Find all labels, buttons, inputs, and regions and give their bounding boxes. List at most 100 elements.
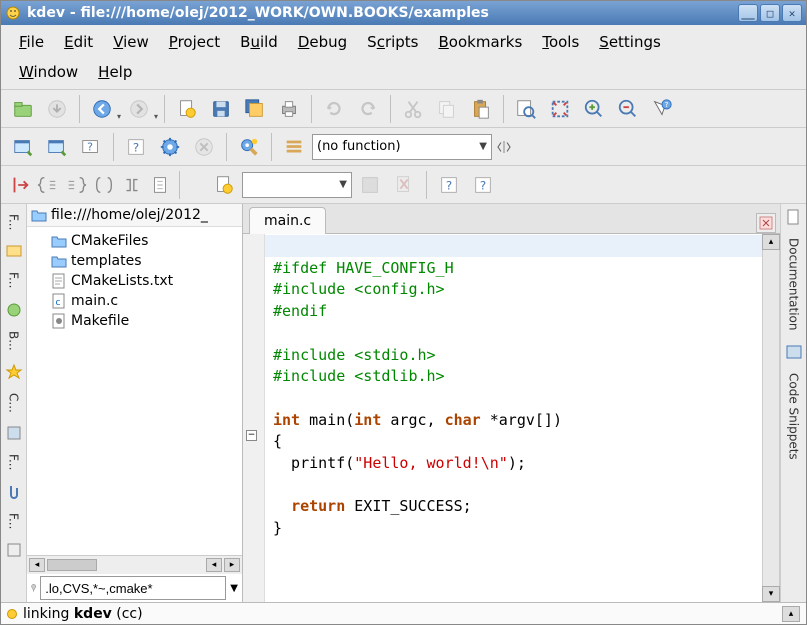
new-file-button[interactable]	[171, 93, 203, 125]
left-icon-2[interactable]	[5, 301, 23, 319]
menu-view[interactable]: View	[103, 29, 159, 55]
zoom-out-button[interactable]	[612, 93, 644, 125]
new-window-button[interactable]	[7, 131, 39, 163]
undo-button[interactable]	[318, 93, 350, 125]
forward-button[interactable]	[123, 93, 155, 125]
tree-item-templates[interactable]: templates	[29, 251, 240, 271]
fold-toggle[interactable]: −	[246, 430, 257, 441]
doc-icon[interactable]	[785, 208, 803, 226]
cut-button[interactable]	[397, 93, 429, 125]
editor-vscroll[interactable]: ▴ ▾	[762, 234, 780, 602]
menu-file[interactable]: File	[9, 29, 54, 55]
tree-item-main-c[interactable]: cmain.c	[29, 291, 240, 311]
menu-project[interactable]: Project	[159, 29, 230, 55]
file-filter-input[interactable]	[40, 576, 226, 600]
brace1-button[interactable]	[35, 172, 61, 198]
new-window2-button[interactable]	[41, 131, 73, 163]
menu-tools[interactable]: Tools	[532, 29, 589, 55]
menu-debug[interactable]: Debug	[288, 29, 357, 55]
function-selector[interactable]: (no function)▼	[312, 134, 492, 160]
left-tab-1[interactable]: F...	[5, 208, 23, 236]
brace2-button[interactable]	[63, 172, 89, 198]
doc-button[interactable]	[147, 172, 173, 198]
snippet-icon[interactable]	[785, 343, 803, 361]
scroll-down-button[interactable]: ▾	[762, 586, 780, 602]
help-window-button[interactable]: ?	[75, 131, 107, 163]
save-all-button[interactable]	[239, 93, 271, 125]
redo-button[interactable]	[352, 93, 384, 125]
toolbar-secondary: ? ? (no function)▼	[1, 128, 806, 166]
new-doc-button[interactable]	[208, 169, 240, 201]
help2-button[interactable]: ?	[120, 131, 152, 163]
brace3-button[interactable]	[91, 172, 117, 198]
menu-window[interactable]: Window	[9, 59, 88, 85]
left-tab-4[interactable]: C...	[5, 387, 23, 419]
scroll-thumb[interactable]	[47, 559, 97, 571]
down-button[interactable]	[41, 93, 73, 125]
close-button[interactable]: ✕	[782, 4, 802, 22]
file-tree-path[interactable]: file:///home/olej/2012_	[27, 204, 242, 227]
tree-item-cmakelists-txt[interactable]: CMakeLists.txt	[29, 271, 240, 291]
whats-this-button[interactable]: ?	[646, 93, 678, 125]
save-button[interactable]	[205, 93, 237, 125]
tab-close-button[interactable]	[756, 213, 776, 233]
help3-button[interactable]: ?	[433, 169, 465, 201]
toolbar-tertiary: ▼ ? ?	[1, 166, 806, 204]
print-button[interactable]	[273, 93, 305, 125]
menu-settings[interactable]: Settings	[589, 29, 671, 55]
left-icon-star[interactable]	[5, 363, 23, 381]
left-icon-3[interactable]	[5, 424, 23, 442]
right-tab-documentation[interactable]: Documentation	[785, 232, 803, 337]
file-tree-hscroll[interactable]: ◂ ◂ ▸	[27, 556, 242, 574]
tree-item-makefile[interactable]: Makefile	[29, 311, 240, 331]
indent-down-button[interactable]	[7, 172, 33, 198]
brace4-button[interactable]	[119, 172, 145, 198]
scroll-up-button[interactable]: ▴	[762, 234, 780, 250]
save2-button[interactable]	[354, 169, 386, 201]
menu-build[interactable]: Build	[230, 29, 288, 55]
left-icon-4[interactable]	[5, 541, 23, 559]
scroll-right2-button[interactable]: ▸	[224, 558, 240, 572]
svg-text:?: ?	[480, 178, 486, 192]
stop-button[interactable]	[188, 131, 220, 163]
left-tab-6[interactable]: F...	[5, 507, 23, 535]
maximize-button[interactable]: □	[760, 4, 780, 22]
scroll-right1-button[interactable]: ◂	[206, 558, 222, 572]
minimize-button[interactable]: __	[738, 4, 758, 22]
editor-tab-main-c[interactable]: main.c	[249, 207, 326, 234]
left-icon-clip[interactable]	[5, 483, 23, 501]
left-tab-5[interactable]: F...	[5, 448, 23, 476]
gear-button[interactable]	[154, 131, 186, 163]
scroll-left-button[interactable]: ◂	[29, 558, 45, 572]
editor-gutter[interactable]: −	[243, 234, 265, 602]
menu-scripts[interactable]: Scripts	[357, 29, 428, 55]
editor-area: main.c − #ifdef HAVE_CONFIG_H #include <…	[243, 204, 780, 602]
zoom-in-button[interactable]	[578, 93, 610, 125]
open-project-button[interactable]	[7, 93, 39, 125]
menu-bookmarks[interactable]: Bookmarks	[429, 29, 533, 55]
output-scroll-up[interactable]: ▴	[782, 606, 800, 622]
left-tab-3[interactable]: B...	[5, 325, 23, 357]
list-toggle-button[interactable]	[278, 131, 310, 163]
empty-selector[interactable]: ▼	[242, 172, 352, 198]
fullscreen-button[interactable]	[544, 93, 576, 125]
build-button[interactable]	[233, 131, 265, 163]
menu-help[interactable]: Help	[88, 59, 142, 85]
left-icon-1[interactable]	[5, 242, 23, 260]
status-dot-icon	[7, 609, 17, 619]
help4-button[interactable]: ?	[467, 169, 499, 201]
menu-edit[interactable]: Edit	[54, 29, 103, 55]
find-button[interactable]	[510, 93, 542, 125]
file-tree[interactable]: CMakeFilestemplatesCMakeLists.txtcmain.c…	[27, 227, 242, 555]
left-tab-2[interactable]: F...	[5, 266, 23, 294]
output-panel[interactable]: linking kdev (cc) ▴	[1, 602, 806, 624]
delete-button[interactable]	[388, 169, 420, 201]
tree-item-cmakefiles[interactable]: CMakeFiles	[29, 231, 240, 251]
code-editor[interactable]: #ifdef HAVE_CONFIG_H #include <config.h>…	[265, 234, 762, 602]
back-button[interactable]	[86, 93, 118, 125]
right-tab-snippets[interactable]: Code Snippets	[785, 367, 803, 466]
svg-text:c: c	[56, 298, 61, 308]
sync-button[interactable]	[494, 131, 514, 163]
copy-button[interactable]	[431, 93, 463, 125]
paste-button[interactable]	[465, 93, 497, 125]
